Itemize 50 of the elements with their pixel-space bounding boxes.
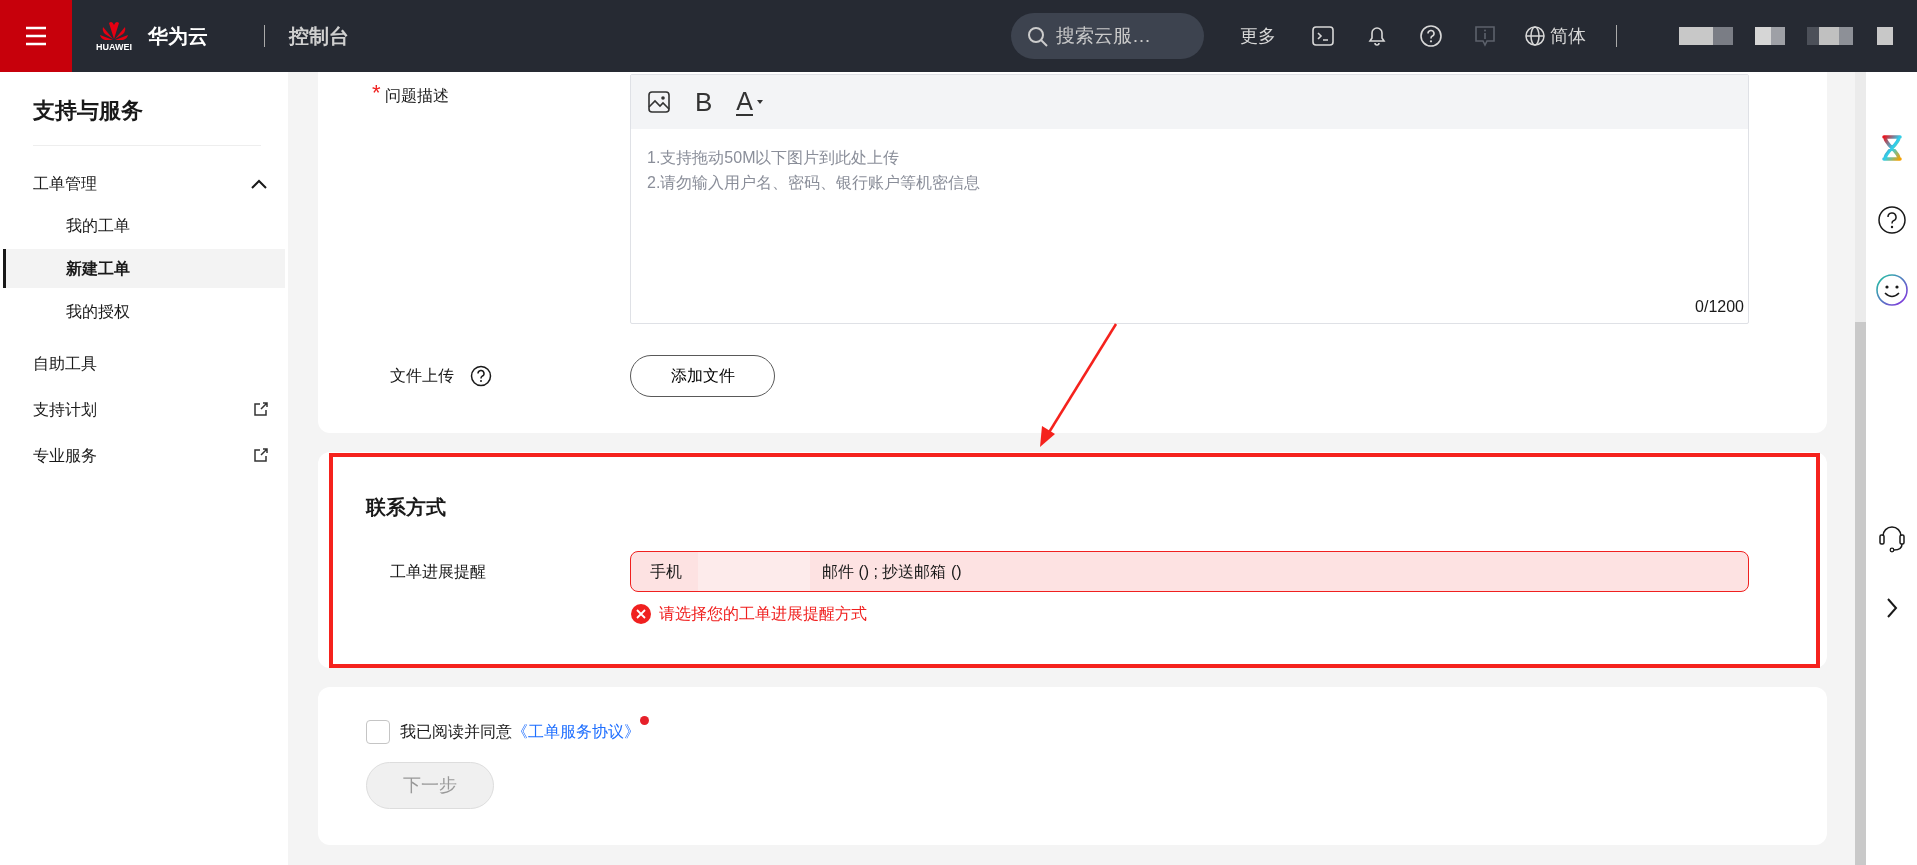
error-message: 请选择您的工单进展提醒方式 <box>659 604 867 624</box>
sidebar-item[interactable]: 支持计划 <box>0 387 288 433</box>
notification-method-select[interactable]: 手机 邮件 () ; 抄送邮箱 () <box>630 551 1749 592</box>
section-title: 联系方式 <box>364 495 447 520</box>
search-icon <box>1027 25 1048 47</box>
agreement-link[interactable]: 《工单服务协议》 <box>512 723 640 740</box>
chevron-right-icon[interactable] <box>1885 597 1898 619</box>
console-title: 控制台 <box>289 24 349 49</box>
bold-button[interactable]: B <box>695 89 713 115</box>
toolbar-button[interactable] <box>1419 23 1443 49</box>
sidebar-item[interactable]: 自助工具 <box>0 341 288 387</box>
logo-text: HUAWEI <box>96 41 132 55</box>
character-counter: 0/1200 <box>1695 297 1744 317</box>
field-label: 问题描述 <box>384 86 449 106</box>
sidebar-title: 支持与服务 <box>32 97 144 125</box>
image-icon <box>647 90 671 115</box>
menu-button[interactable] <box>0 0 72 72</box>
caret-icon <box>757 100 764 104</box>
masked-block <box>1877 27 1893 45</box>
error-icon <box>631 604 651 624</box>
language-switch[interactable]: 简体 <box>1524 22 1586 50</box>
terminal-icon <box>1311 24 1335 49</box>
add-file-button[interactable]: 添加文件 <box>630 355 775 397</box>
help-icon[interactable] <box>1877 206 1906 234</box>
menu-icon <box>23 24 49 48</box>
brand-name: 华为云 <box>148 24 208 49</box>
field-label: 工单进展提醒 <box>390 562 486 580</box>
smiley-icon[interactable] <box>1875 274 1908 306</box>
required-mark: * <box>372 84 381 102</box>
sidebar-subitem[interactable]: 我的工单 <box>3 206 285 245</box>
sidebar-subitem[interactable]: 新建工单 <box>3 249 285 288</box>
masked-block <box>1839 27 1853 45</box>
masked-block <box>1755 27 1771 45</box>
sidebar-item[interactable]: 专业服务 <box>0 433 288 479</box>
sidebar-subitem[interactable]: 我的授权 <box>3 292 285 331</box>
masked-block <box>1771 27 1785 45</box>
insert-image-button[interactable] <box>647 89 671 115</box>
toolbar-button[interactable] <box>1311 23 1335 49</box>
help-icon <box>470 365 492 387</box>
field-label: 文件上传 <box>390 366 454 386</box>
font-color-button[interactable]: A <box>736 88 764 116</box>
agreement-text: 我已阅读并同意《工单服务协议》 <box>400 720 640 744</box>
globe-icon <box>1524 25 1546 47</box>
message-icon <box>1473 24 1497 49</box>
sidebar-item[interactable]: 工单管理 <box>0 164 288 204</box>
more-menu[interactable]: 更多 <box>1240 22 1276 50</box>
rich-text-editor[interactable]: B A 1.支持拖动50M以下图片到此处上传 2.请勿输入用户名、密码、银行账户等机密信息 0/1200 <box>630 74 1749 324</box>
agreement-checkbox[interactable] <box>366 720 390 744</box>
search-field[interactable]: 搜索云服… <box>1011 13 1204 59</box>
help-icon <box>1419 24 1443 49</box>
